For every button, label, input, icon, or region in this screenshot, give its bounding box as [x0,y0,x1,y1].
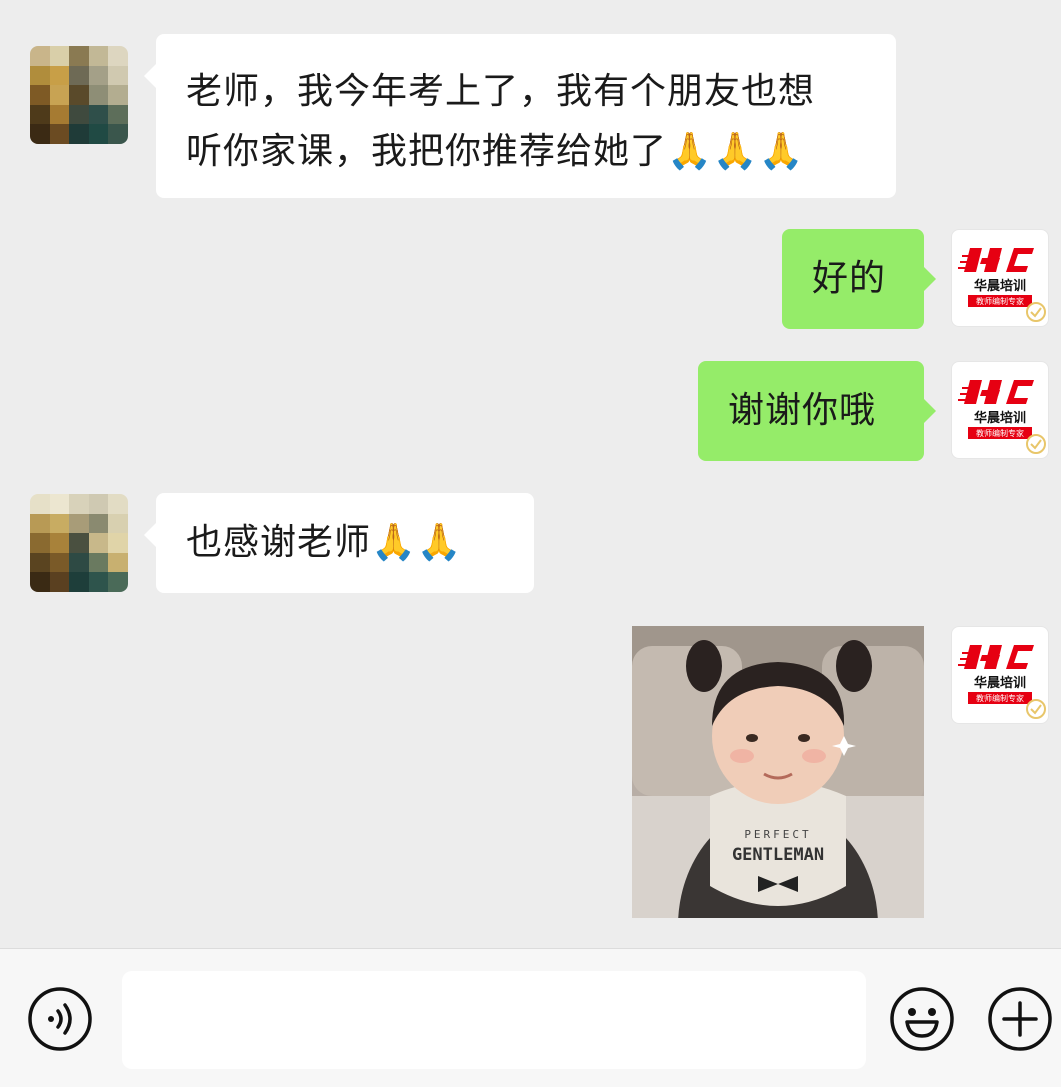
sticker-caption: GENTLEMAN [732,845,824,865]
contact-avatar[interactable] [30,494,128,592]
contact-avatar[interactable] [30,46,128,144]
brand-tagline: 教师编制专家 [976,296,1024,306]
message-text: 谢谢你哦 [728,390,877,431]
message-text-line: 听你家课，我把你推荐给她了🙏🙏🙏 [186,131,805,172]
chat-area: 老师，我今年考上了，我有个朋友也想 听你家课，我把你推荐给她了🙏🙏🙏 好的 华晨… [0,0,1061,948]
message-bubble-outgoing[interactable]: 谢谢你哦 [698,361,936,461]
brand-logo-icon: 华晨培训 教师编制专家 [958,380,1046,454]
brand-avatar[interactable]: 华晨培训 教师编制专家 [951,229,1049,327]
message-text-line: 老师，我今年考上了，我有个朋友也想 [186,71,816,112]
input-bar [0,948,1061,1087]
brand-name: 华晨培训 [974,278,1026,294]
sticker-image[interactable]: PERFECT GENTLEMAN [632,626,924,918]
brand-name: 华晨培训 [974,675,1026,691]
brand-avatar[interactable]: 华晨培训 教师编制专家 [951,361,1049,459]
message-input[interactable] [122,971,866,1069]
brand-logo-icon: 华晨培训 教师编制专家 [958,645,1046,719]
brand-name: 华晨培训 [974,410,1026,426]
message-text: 好的 [812,258,887,299]
brand-avatar[interactable]: 华晨培训 教师编制专家 [951,626,1049,724]
brand-logo-icon: 华晨培训 教师编制专家 [958,248,1046,322]
message-bubble-incoming[interactable]: 也感谢老师🙏🙏 [144,493,534,593]
emoji-icon[interactable] [889,986,955,1052]
plus-icon[interactable] [987,986,1053,1052]
voice-icon[interactable] [27,986,93,1052]
brand-tagline: 教师编制专家 [976,428,1024,438]
baby-sticker-icon: PERFECT GENTLEMAN [632,626,924,918]
brand-tagline: 教师编制专家 [976,693,1024,703]
message-text: 也感谢老师🙏🙏 [186,522,463,563]
message-bubble-incoming[interactable]: 老师，我今年考上了，我有个朋友也想 听你家课，我把你推荐给她了🙏🙏🙏 [144,34,896,198]
sticker-caption: PERFECT [744,828,811,841]
message-bubble-outgoing[interactable]: 好的 [782,229,936,329]
